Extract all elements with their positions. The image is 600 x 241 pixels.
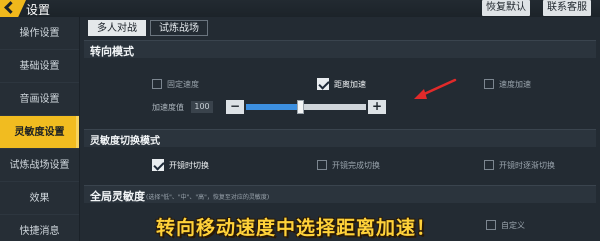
slider-fill xyxy=(246,104,300,110)
global-sens-hint: (选择"低"、"中"、"高"，恢复至对应的灵敏度) xyxy=(146,194,270,201)
restore-default-button[interactable]: 恢复默认 xyxy=(482,0,530,16)
chevron-left-icon xyxy=(4,1,17,14)
custom-label: 自定义 xyxy=(501,221,525,230)
sidebar-item-label: 灵敏度设置 xyxy=(14,127,65,138)
sidebar-item-label: 效果 xyxy=(29,193,50,204)
speed-accel-label: 速度加速 xyxy=(499,80,531,89)
distance-accel-checkbox[interactable] xyxy=(317,78,329,90)
sidebar-item-trial-arena[interactable]: 试炼战场设置 xyxy=(0,149,79,182)
fixed-speed-checkbox[interactable] xyxy=(152,79,162,89)
annotation-arrow-icon xyxy=(414,78,457,99)
sidebar-item-basic[interactable]: 基础设置 xyxy=(0,50,79,83)
scope-gradual-label: 开镜时逐渐切换 xyxy=(499,161,555,170)
increase-button[interactable]: + xyxy=(368,100,386,114)
acceleration-slider[interactable] xyxy=(246,104,366,110)
tab-multiplayer[interactable]: 多人对战 xyxy=(88,20,146,36)
sidebar-item-label: 操作设置 xyxy=(19,28,60,39)
turn-mode-header xyxy=(84,40,596,58)
sidebar-item-effects[interactable]: 效果 xyxy=(0,182,79,215)
active-indicator xyxy=(76,116,79,148)
back-button[interactable] xyxy=(0,0,26,17)
global-sens-title: 全局灵敏度 xyxy=(90,190,145,203)
decrease-button[interactable]: − xyxy=(226,100,244,114)
slider-thumb[interactable] xyxy=(297,100,304,114)
fixed-speed-label: 固定速度 xyxy=(167,80,199,89)
switch-mode-title: 灵敏度切换模式 xyxy=(90,136,160,147)
custom-checkbox[interactable] xyxy=(486,220,496,230)
contact-support-button[interactable]: 联系客服 xyxy=(543,0,591,16)
overlay-caption: 转向移动速度中选择距离加速！ xyxy=(156,217,437,239)
tab-trial-arena[interactable]: 试炼战场 xyxy=(150,20,208,36)
scope-switch-checkbox[interactable] xyxy=(152,159,164,171)
switch-mode-header xyxy=(84,129,596,147)
scope-complete-checkbox[interactable] xyxy=(317,160,327,170)
turn-mode-title: 转向模式 xyxy=(90,45,134,58)
top-bar: 设置 恢复默认 联系客服 xyxy=(0,0,600,17)
sidebar-item-label: 快捷消息 xyxy=(19,226,60,237)
sidebar-item-label: 试炼战场设置 xyxy=(9,160,70,171)
scope-switch-label: 开镜时切换 xyxy=(169,161,209,170)
sidebar-item-audio-video[interactable]: 音画设置 xyxy=(0,83,79,116)
speed-accel-checkbox[interactable] xyxy=(484,79,494,89)
page-title: 设置 xyxy=(26,3,51,17)
sidebar-item-sensitivity[interactable]: 灵敏度设置 xyxy=(0,116,79,149)
sidebar-item-quick-messages[interactable]: 快捷消息 xyxy=(0,215,79,241)
acceleration-label: 加速度值 xyxy=(152,103,184,112)
acceleration-value: 100 xyxy=(191,101,213,113)
sidebar: 操作设置 基础设置 音画设置 灵敏度设置 试炼战场设置 效果 快捷消息 xyxy=(0,17,79,241)
sidebar-item-label: 音画设置 xyxy=(19,94,60,105)
settings-panel: 多人对战 试炼战场 转向模式 固定速度 距离加速 速度加速 加速度值 100 −… xyxy=(80,17,600,241)
scope-complete-label: 开镜完成切换 xyxy=(332,161,380,170)
sidebar-item-controls[interactable]: 操作设置 xyxy=(0,17,79,50)
sidebar-item-label: 基础设置 xyxy=(19,61,60,72)
distance-accel-label: 距离加速 xyxy=(334,80,366,89)
scope-gradual-checkbox[interactable] xyxy=(484,160,494,170)
